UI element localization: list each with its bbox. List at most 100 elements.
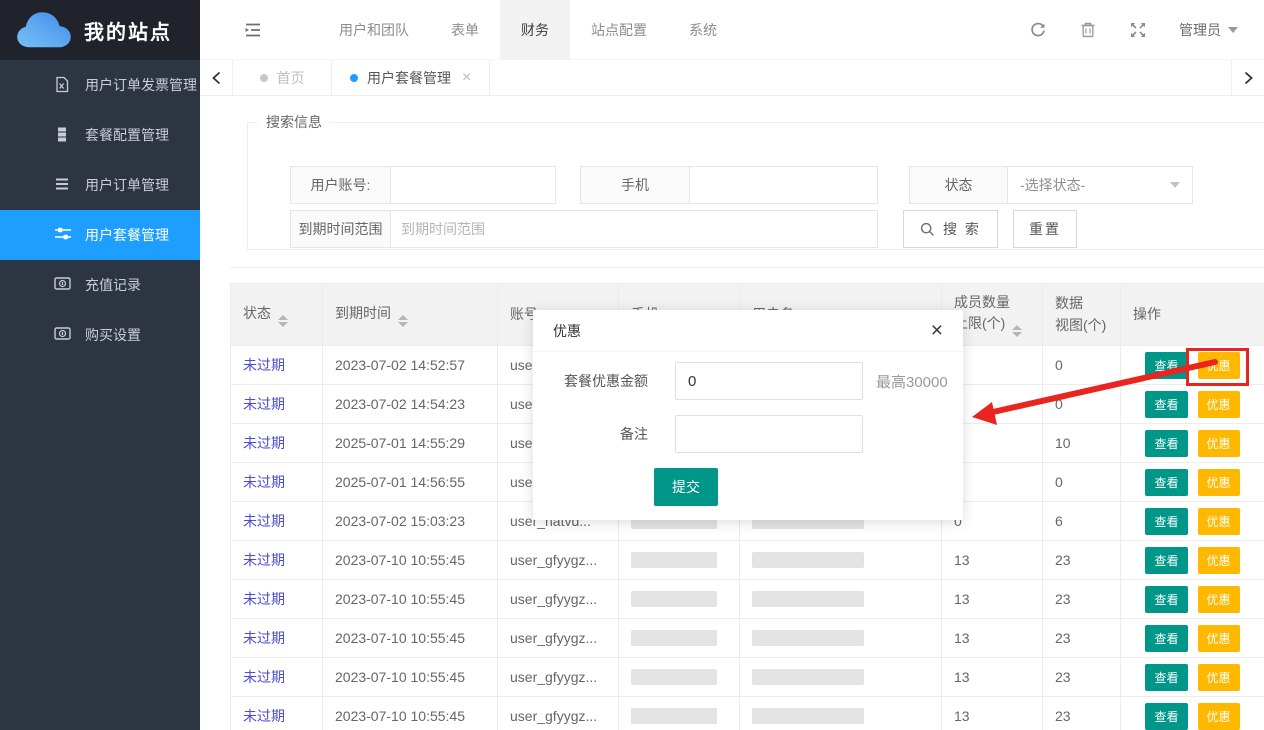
cell-expire-time: 2023-07-10 10:55:45 [323, 541, 498, 580]
column-header-text: 状态 [243, 303, 310, 327]
cell-actions: 查看优惠 [1121, 424, 1264, 463]
reset-button[interactable]: 重置 [1013, 210, 1077, 248]
cell-account: user_gfyygz... [498, 697, 619, 730]
close-icon[interactable]: × [931, 320, 943, 341]
submit-button[interactable]: 提交 [654, 468, 718, 506]
sort-icon[interactable] [278, 315, 288, 327]
view-button[interactable]: 查看 [1145, 391, 1187, 418]
account-input[interactable] [391, 166, 556, 204]
view-button[interactable]: 查看 [1145, 664, 1187, 691]
status-label: 状态 [909, 166, 1008, 204]
column-header-expire[interactable]: 到期时间 [323, 284, 498, 346]
redacted-phone [631, 630, 717, 646]
sidebar-item-user-orders[interactable]: 用户订单管理 [0, 160, 200, 210]
nav-item-finance[interactable]: 财务 [500, 0, 570, 60]
view-button[interactable]: 查看 [1145, 430, 1187, 457]
cell-data-views: 23 [1043, 658, 1121, 697]
view-button[interactable]: 查看 [1145, 586, 1187, 613]
sort-asc-icon [398, 315, 408, 320]
cell-status: 未过期 [231, 541, 323, 580]
recharge-card-icon [54, 276, 72, 294]
tab-close-icon[interactable]: × [462, 70, 471, 86]
cell-actions: 查看优惠 [1121, 658, 1264, 697]
discount-modal-title: 优惠 [553, 321, 581, 341]
status-text: 未过期 [243, 669, 285, 685]
discount-button[interactable]: 优惠 [1198, 391, 1240, 418]
sidebar-item-invoice-orders[interactable]: 用户订单发票管理 [0, 60, 200, 110]
cell-status: 未过期 [231, 346, 323, 385]
sort-icon[interactable] [398, 315, 408, 327]
tabs: 首页 用户套餐管理 × [233, 60, 490, 95]
search-button[interactable]: 搜 索 [903, 210, 998, 248]
view-button[interactable]: 查看 [1145, 508, 1187, 535]
view-button[interactable]: 查看 [1145, 625, 1187, 652]
tab-home[interactable]: 首页 [233, 60, 332, 95]
view-button[interactable]: 查看 [1145, 547, 1187, 574]
nav-item-system[interactable]: 系统 [668, 0, 738, 60]
search-panel: 搜索信息 用户账号: 手机 状态 -选择状态- 到期时间范围 搜 索 [247, 112, 1264, 250]
discount-button[interactable]: 优惠 [1198, 469, 1240, 496]
phone-input[interactable] [690, 166, 878, 204]
tab-user-packages[interactable]: 用户套餐管理 × [332, 60, 490, 95]
amount-input[interactable] [675, 362, 863, 400]
discount-button[interactable]: 优惠 [1198, 352, 1240, 379]
view-button[interactable]: 查看 [1145, 703, 1187, 730]
nav-item-site-config[interactable]: 站点配置 [570, 0, 668, 60]
remark-input[interactable] [675, 415, 863, 453]
status-text: 未过期 [243, 396, 285, 412]
table-row: 未过期2023-07-10 10:55:45user_gfyygz...1323… [231, 658, 1264, 697]
tab-bar: 首页 用户套餐管理 × [200, 60, 1264, 96]
nav-item-forms[interactable]: 表单 [430, 0, 500, 60]
column-header-text: 到期时间 [335, 303, 485, 327]
tab-label: 首页 [277, 68, 305, 88]
cell-account: user_gfyygz... [498, 658, 619, 697]
discount-button[interactable]: 优惠 [1198, 664, 1240, 691]
status-select[interactable]: -选择状态- [1008, 166, 1193, 204]
trash-icon[interactable] [1079, 21, 1097, 39]
sort-asc-icon [278, 315, 288, 320]
fullscreen-icon[interactable] [1129, 21, 1147, 39]
redacted-phone [631, 591, 717, 607]
column-header-text: 数据视图(个) [1055, 293, 1108, 336]
discount-button[interactable]: 优惠 [1198, 547, 1240, 574]
tabs-scroll-left-icon[interactable] [200, 60, 233, 95]
sidebar-item-recharge-records[interactable]: 充值记录 [0, 260, 200, 310]
sort-icon[interactable] [1012, 325, 1022, 337]
discount-button[interactable]: 优惠 [1198, 625, 1240, 652]
collapse-menu-icon[interactable] [240, 17, 266, 43]
remark-label: 备注 [553, 424, 648, 444]
redacted-phone [631, 708, 717, 724]
sort-desc-icon [398, 322, 408, 327]
cell-status: 未过期 [231, 424, 323, 463]
sidebar-item-purchase-settings[interactable]: 购买设置 [0, 310, 200, 360]
cell-phone-redacted [619, 580, 740, 619]
sidebar-item-user-packages[interactable]: 用户套餐管理 [0, 210, 200, 260]
cell-data-views: 23 [1043, 619, 1121, 658]
admin-label: 管理员 [1179, 20, 1221, 40]
tabs-scroll-right-icon[interactable] [1231, 60, 1264, 95]
discount-button[interactable]: 优惠 [1198, 703, 1240, 730]
discount-button[interactable]: 优惠 [1198, 586, 1240, 613]
table-row: 未过期2023-07-10 10:55:45user_gfyygz...1323… [231, 619, 1264, 658]
sidebar-menu: 用户订单发票管理套餐配置管理用户订单管理用户套餐管理充值记录购买设置 [0, 60, 200, 360]
date-range-input[interactable] [391, 210, 878, 248]
sidebar-item-package-config[interactable]: 套餐配置管理 [0, 110, 200, 160]
admin-menu[interactable]: 管理员 [1179, 20, 1238, 40]
discount-modal: 优惠 × 套餐优惠金额 最高30000 备注 提交 [533, 310, 963, 520]
header-tools: 管理员 [1029, 20, 1264, 40]
view-button[interactable]: 查看 [1145, 352, 1187, 379]
discount-button[interactable]: 优惠 [1198, 430, 1240, 457]
cell-status: 未过期 [231, 580, 323, 619]
view-button[interactable]: 查看 [1145, 469, 1187, 496]
column-header-status[interactable]: 状态 [231, 284, 323, 346]
cell-account: user_gfyygz... [498, 541, 619, 580]
search-row-1: 用户账号: 手机 状态 -选择状态- [290, 166, 1193, 204]
refresh-icon[interactable] [1029, 21, 1047, 39]
column-header-text: 成员数量上限(个) [954, 292, 1030, 338]
cell-expire-time: 2023-07-10 10:55:45 [323, 580, 498, 619]
discount-button[interactable]: 优惠 [1198, 508, 1240, 535]
tab-label: 用户套餐管理 [367, 68, 451, 88]
nav-item-users-teams[interactable]: 用户和团队 [318, 0, 430, 60]
cell-username-redacted [740, 697, 942, 730]
cell-actions: 查看优惠 [1121, 502, 1264, 541]
